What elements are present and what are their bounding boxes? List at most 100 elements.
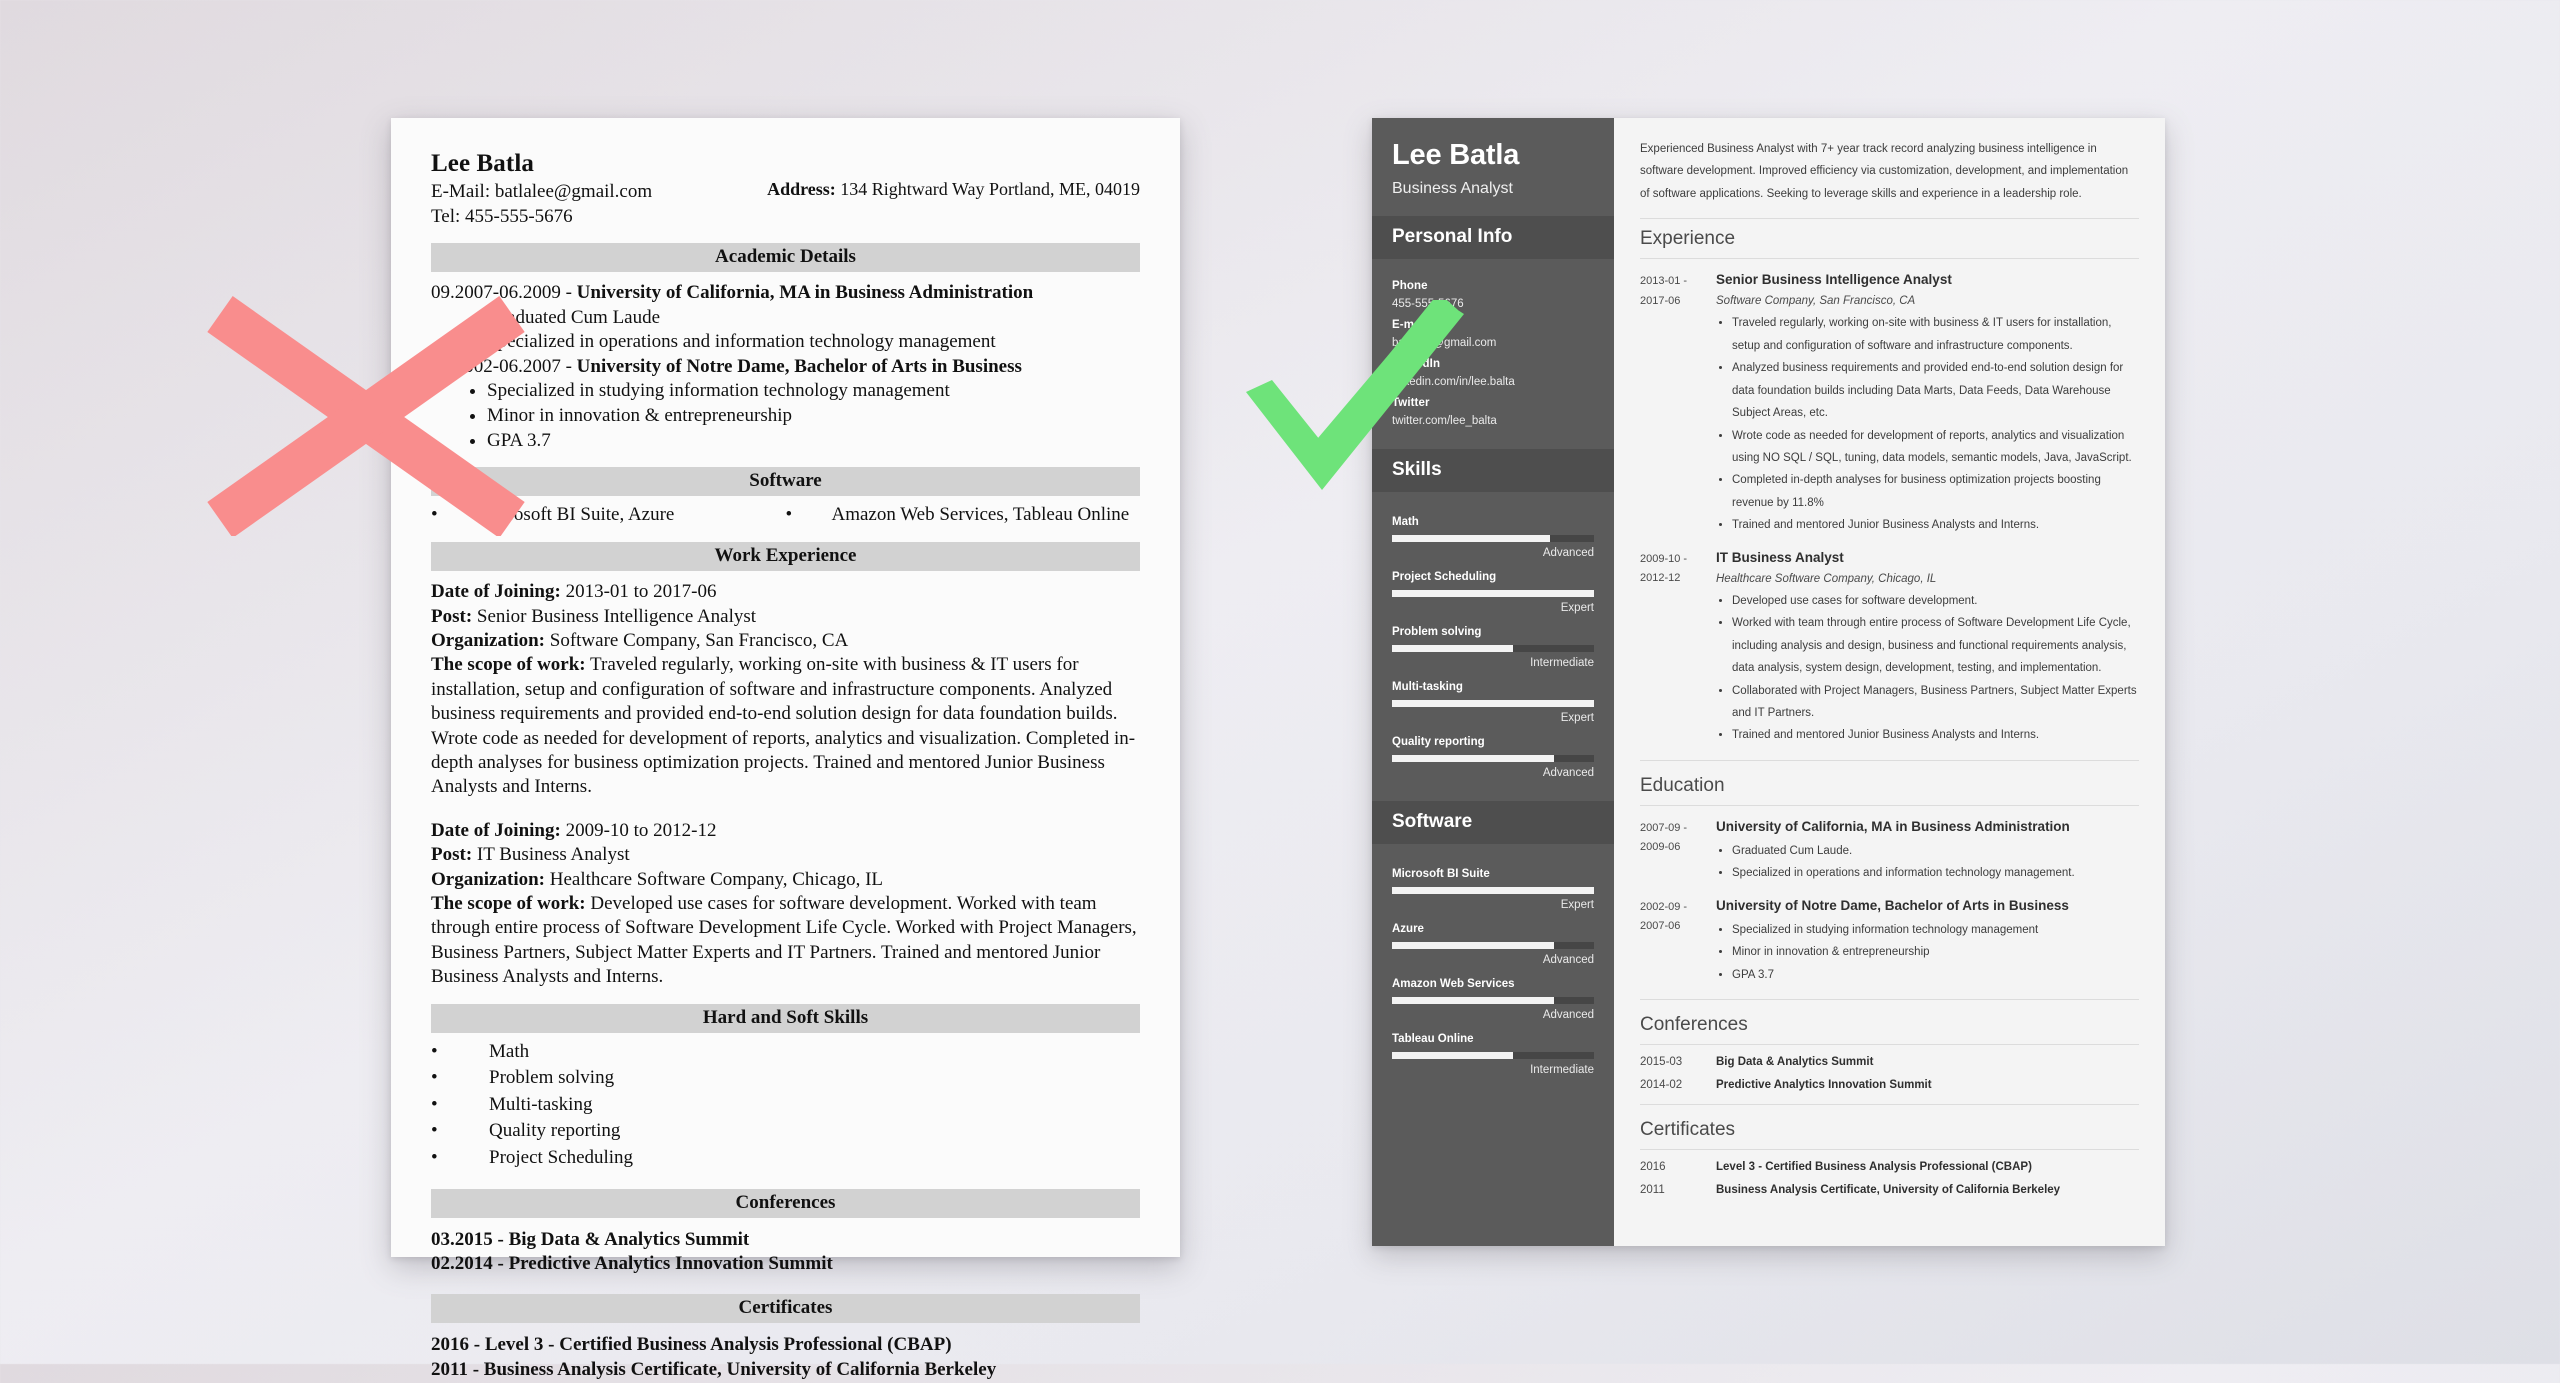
list-item: Worked with team through entire process … — [1732, 612, 2139, 679]
list-item: Completed in-depth analyses for business… — [1732, 469, 2139, 514]
modern-certificates-heading-wrap: Certificates — [1640, 1104, 2139, 1151]
software-item: Azure Advanced — [1392, 923, 1594, 966]
software-bar-track — [1392, 887, 1594, 895]
contact-label: Twitter — [1392, 397, 1430, 410]
classic-section-work-header: Work Experience — [431, 542, 1140, 572]
experience-entry: 2013-01 - 2017-06 Senior Business Intell… — [1640, 272, 2139, 536]
list-item: GPA 3.7 — [1732, 964, 2139, 986]
modern-skills-body: Math Advanced Project Scheduling Expert … — [1372, 492, 1614, 801]
classic-resume-document: Lee Batla E-Mail: batlalee@gmail.com Tel… — [391, 118, 1180, 1380]
software-name: Microsoft BI Suite — [1392, 868, 1490, 881]
list-item: Specialized in operations and informatio… — [487, 330, 1140, 355]
bullet-icon — [431, 1039, 477, 1066]
contact-value[interactable]: twitter.com/lee_balta — [1392, 415, 1594, 427]
bullet-icon — [431, 1092, 477, 1119]
comparison-stage: Lee Batla E-Mail: batlalee@gmail.com Tel… — [0, 0, 2560, 1380]
software-level: Intermediate — [1530, 1064, 1594, 1077]
skill-bar-track — [1392, 535, 1594, 543]
list-item: 2011 - Business Analysis Certificate, Un… — [431, 1359, 997, 1381]
education-title: University of California, MA in Business… — [1716, 818, 2070, 834]
contact-value: batlalee@gmail.com — [1392, 337, 1497, 350]
classic-academic-school: University of California, MA in Business… — [576, 282, 1034, 304]
modern-personal-info-heading: Personal Info — [1372, 216, 1614, 260]
software-name: Azure — [1392, 923, 1424, 936]
classic-academic-bullets: Specialized in studying information tech… — [431, 379, 1140, 453]
software-item: Microsoft BI Suite Expert — [1392, 868, 1594, 911]
list-item: Quality reporting — [431, 1118, 1140, 1145]
classic-section-skills-header: Hard and Soft Skills — [431, 1003, 1140, 1033]
skill-name: Problem solving — [1392, 626, 1482, 639]
list-item: 2016 - Level 3 - Certified Business Anal… — [431, 1334, 952, 1356]
contact-value[interactable]: linkedin.com/in/lee.balta — [1392, 376, 1594, 388]
modern-conferences-heading: Conferences — [1640, 1014, 1748, 1036]
classic-academic-entry: 09.2002-06.2007 - University of Notre Da… — [431, 355, 1140, 379]
classic-academic-body: 09.2007-06.2009 - University of Californ… — [431, 272, 1140, 453]
modern-certificates-heading: Certificates — [1640, 1119, 1736, 1141]
education-entry: 2002-09 - 2007-06 University of Notre Da… — [1640, 898, 2139, 986]
list-item: 03.2015 - Big Data & Analytics Summit — [431, 1228, 750, 1250]
education-bullets: Specialized in studying information tech… — [1716, 919, 2139, 986]
software-item: Tableau Online Intermediate — [1392, 1033, 1594, 1076]
modern-conferences-heading-wrap: Conferences — [1640, 999, 2139, 1046]
experience-bullets: Traveled regularly, working on-site with… — [1716, 312, 2139, 536]
certificate-title: Business Analysis Certificate, Universit… — [1716, 1184, 2061, 1197]
modern-software-body: Microsoft BI Suite Expert Azure Advanced… — [1372, 844, 1614, 1082]
contact-label: LinkedIn — [1392, 358, 1441, 371]
software-level: Advanced — [1542, 1009, 1594, 1022]
software-level: Expert — [1560, 899, 1594, 912]
classic-address-line: Address: 134 Rightward Way Portland, ME,… — [767, 150, 1140, 200]
skill-name: Multi-tasking — [1392, 681, 1463, 694]
classic-conferences-body: 03.2015 - Big Data & Analytics Summit 02… — [431, 1218, 1140, 1278]
classic-academic-entry: 09.2007-06.2009 - University of Californ… — [431, 281, 1140, 305]
list-item: Wrote code as needed for development of … — [1732, 425, 2139, 470]
modern-personal-info-body: Phone 455-555-5676 E-mail batlalee@gmail… — [1372, 259, 1614, 449]
modern-resume-main: Experienced Business Analyst with 7+ yea… — [1614, 118, 2165, 1246]
bullet-icon — [431, 503, 477, 528]
experience-title: Senior Business Intelligence Analyst — [1716, 272, 1952, 288]
skill-level: Expert — [1560, 712, 1594, 725]
certificate-item: 2016 Level 3 - Certified Business Analys… — [1640, 1161, 2139, 1173]
modern-candidate-role: Business Analyst — [1392, 180, 1513, 198]
certificate-date: 2011 — [1640, 1184, 1665, 1197]
classic-certificates-body: 2016 - Level 3 - Certified Business Anal… — [431, 1323, 1140, 1383]
skill-item: Project Scheduling Expert — [1392, 571, 1594, 614]
skill-name: Quality reporting — [1392, 736, 1485, 749]
classic-section-conferences-header: Conferences — [431, 1188, 1140, 1218]
skill-bar-track — [1392, 700, 1594, 708]
education-dates: 2002-09 - 2007-06 — [1640, 900, 1688, 933]
list-item: Developed use cases for software develop… — [1732, 590, 2139, 612]
software-bar-track — [1392, 1052, 1594, 1060]
modern-candidate-name: Lee Batla — [1392, 139, 1520, 171]
modern-name-block: Lee Batla Business Analyst — [1372, 118, 1614, 216]
skill-bar-track — [1392, 755, 1594, 763]
skill-bar-fill — [1392, 755, 1554, 763]
contact-item: Phone 455-555-5676 — [1392, 280, 1594, 310]
classic-work-scope: The scope of work: Traveled regularly, w… — [431, 654, 1136, 798]
divider — [1640, 218, 2139, 220]
skill-bar-fill — [1392, 590, 1594, 598]
education-entry: 2007-09 - 2009-06 University of Californ… — [1640, 819, 2139, 885]
certificate-title: Level 3 - Certified Business Analysis Pr… — [1716, 1161, 2032, 1174]
classic-work-scope: The scope of work: Developed use cases f… — [431, 893, 1137, 988]
classic-candidate-name: Lee Batla — [431, 150, 534, 177]
classic-academic-dates: 09.2007-06.2009 - — [431, 282, 577, 304]
education-bullets: Graduated Cum Laude. Specialized in oper… — [1716, 840, 2139, 885]
skill-level: Expert — [1560, 602, 1594, 615]
skill-item: Quality reporting Advanced — [1392, 736, 1594, 779]
contact-value: 455-555-5676 — [1392, 298, 1464, 311]
list-item: Specialized in studying information tech… — [1732, 919, 2139, 941]
classic-email-line: E-Mail: batlalee@gmail.com — [431, 181, 653, 202]
classic-skills-body: Math Problem solving Multi-tasking Quali… — [431, 1033, 1140, 1172]
skill-bar-fill — [1392, 700, 1594, 708]
classic-software-col-right: Amazon Web Services, Tableau Online — [786, 503, 1141, 528]
conference-date: 2014-02 — [1640, 1079, 1683, 1092]
software-bar-fill — [1392, 887, 1594, 895]
modern-education-heading-wrap: Education — [1640, 759, 2139, 806]
list-item: Analyzed business requirements and provi… — [1732, 357, 2139, 424]
software-bar-track — [1392, 997, 1594, 1005]
classic-academic-bullets: Graduated Cum Laude Specialized in opera… — [431, 306, 1140, 355]
skill-level: Intermediate — [1530, 657, 1594, 670]
certificate-item: 2011 Business Analysis Certificate, Univ… — [1640, 1184, 2139, 1196]
